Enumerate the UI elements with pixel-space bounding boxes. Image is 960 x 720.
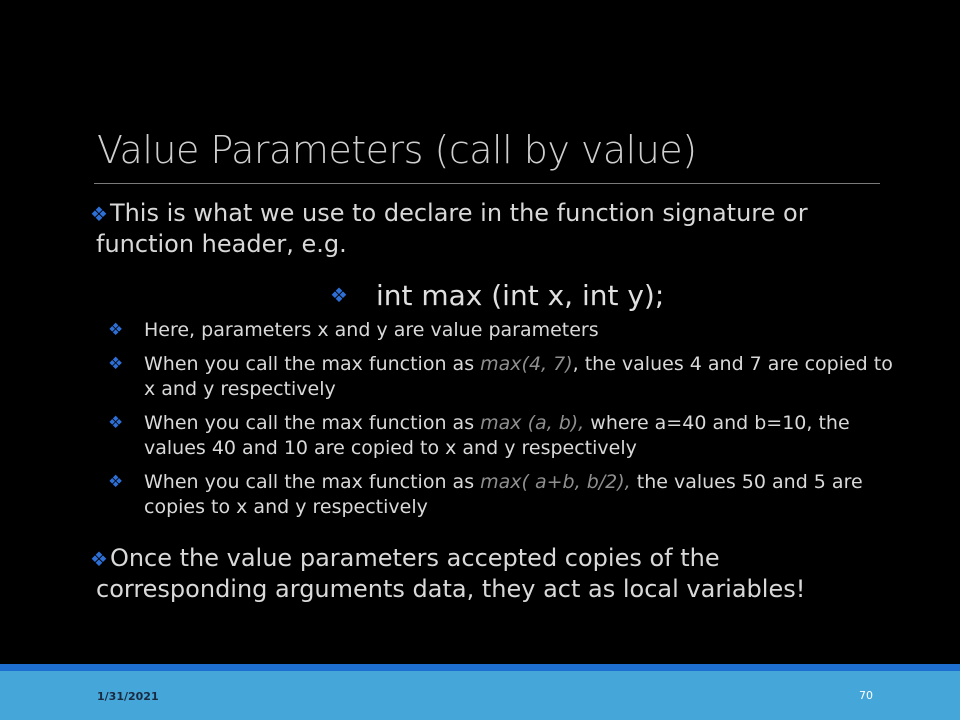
footer-date: 1/31/2021 [97,690,159,703]
diamond-bullet-icon: ❖ [90,547,108,571]
sub-bullet-1-text: Here, parameters x and y are value param… [144,319,599,341]
bullet-main-1-text: This is what we use to declare in the fu… [109,199,808,227]
bullet-main-2-text: Once the value parameters accepted copie… [109,544,720,572]
sub-bullet-4: ❖ When you call the max function as max(… [108,470,908,520]
sub-bullet-3-code: max (a, b), [480,412,585,434]
code-signature: int max (int x, int y); [375,279,665,312]
diamond-bullet-icon: ❖ [108,354,124,374]
bullet-main-2-cont: corresponding arguments data, they act a… [96,575,806,603]
sub-bullet-3: ❖ When you call the max function as max … [108,411,908,461]
diamond-bullet-icon: ❖ [108,472,124,492]
title-divider [94,183,880,184]
diamond-bullet-icon: ❖ [330,283,348,307]
sub-bullet-4-pre: When you call the max function as [144,471,481,493]
bullet-main-1: ❖This is what we use to declare in the f… [90,198,890,259]
sub-bullet-2-pre: When you call the max function as [144,353,481,375]
bullet-main-2: ❖Once the value parameters accepted copi… [90,543,890,604]
code-line: ❖ int max (int x, int y); [330,279,664,312]
sub-bullet-4-code: max( a+b, b/2), [480,471,631,493]
diamond-bullet-icon: ❖ [108,320,124,340]
diamond-bullet-icon: ❖ [90,202,108,226]
sub-bullet-2: ❖ When you call the max function as max(… [108,352,908,402]
diamond-bullet-icon: ❖ [108,413,124,433]
slide-title: Value Parameters (call by value) [97,128,697,172]
page-number: 70 [859,689,873,702]
sub-bullet-2-code: max(4, 7) [480,353,573,375]
footer-accent-line [0,664,960,671]
bullet-main-1-cont: function header, e.g. [96,230,347,258]
sub-bullet-1: ❖ Here, parameters x and y are value par… [108,318,908,343]
sub-bullet-3-pre: When you call the max function as [144,412,481,434]
